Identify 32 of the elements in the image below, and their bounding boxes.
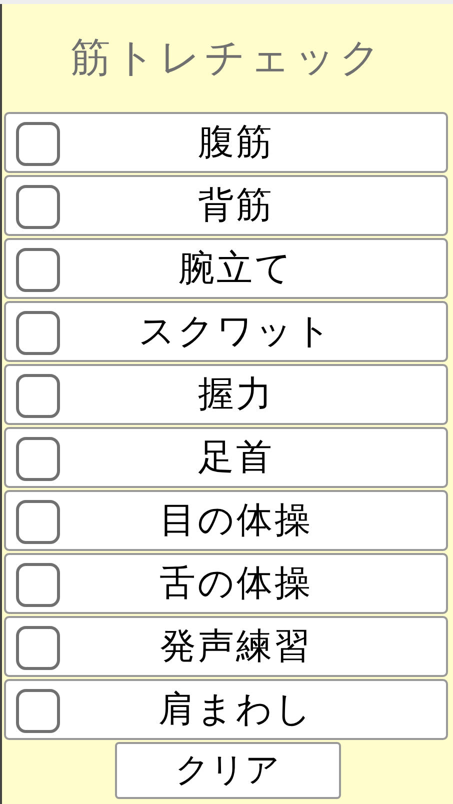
exercise-row[interactable]: 発声練習 bbox=[4, 616, 448, 677]
checkbox[interactable] bbox=[16, 122, 60, 166]
exercise-row[interactable]: 舌の体操 bbox=[4, 553, 448, 614]
exercise-row[interactable]: 背筋 bbox=[4, 175, 448, 236]
exercise-row[interactable]: スクワット bbox=[4, 301, 448, 362]
checkbox[interactable] bbox=[16, 500, 60, 544]
exercise-label: 腹筋 bbox=[197, 120, 274, 164]
exercise-row[interactable]: 肩まわし bbox=[4, 679, 448, 740]
checkbox[interactable] bbox=[16, 563, 60, 607]
exercise-label: 肩まわし bbox=[158, 688, 314, 732]
exercise-row[interactable]: 握力 bbox=[4, 364, 448, 425]
exercise-label: 背筋 bbox=[197, 184, 274, 228]
checkbox[interactable] bbox=[16, 311, 60, 355]
checkbox[interactable] bbox=[16, 185, 60, 229]
exercise-row[interactable]: 目の体操 bbox=[4, 490, 448, 551]
checkbox[interactable] bbox=[16, 437, 60, 481]
checkbox[interactable] bbox=[16, 689, 60, 733]
clear-button[interactable]: クリア bbox=[114, 742, 340, 799]
exercise-row[interactable]: 腕立て bbox=[4, 238, 448, 299]
checkbox[interactable] bbox=[16, 626, 60, 670]
exercise-row[interactable]: 足首 bbox=[4, 427, 448, 488]
exercise-label: 握力 bbox=[197, 372, 274, 416]
exercise-label: スクワット bbox=[138, 310, 334, 354]
app-title: 筋トレチェック bbox=[70, 34, 384, 83]
exercise-label: 目の体操 bbox=[158, 498, 312, 542]
checkbox[interactable] bbox=[16, 374, 60, 418]
exercise-row[interactable]: 腹筋 bbox=[4, 112, 448, 173]
exercise-label: 足首 bbox=[197, 436, 274, 480]
exercise-label: 発声練習 bbox=[159, 624, 312, 668]
exercise-label: 腕立て bbox=[178, 246, 294, 290]
checkbox[interactable] bbox=[16, 248, 60, 292]
exercise-label: 舌の体操 bbox=[158, 562, 312, 606]
